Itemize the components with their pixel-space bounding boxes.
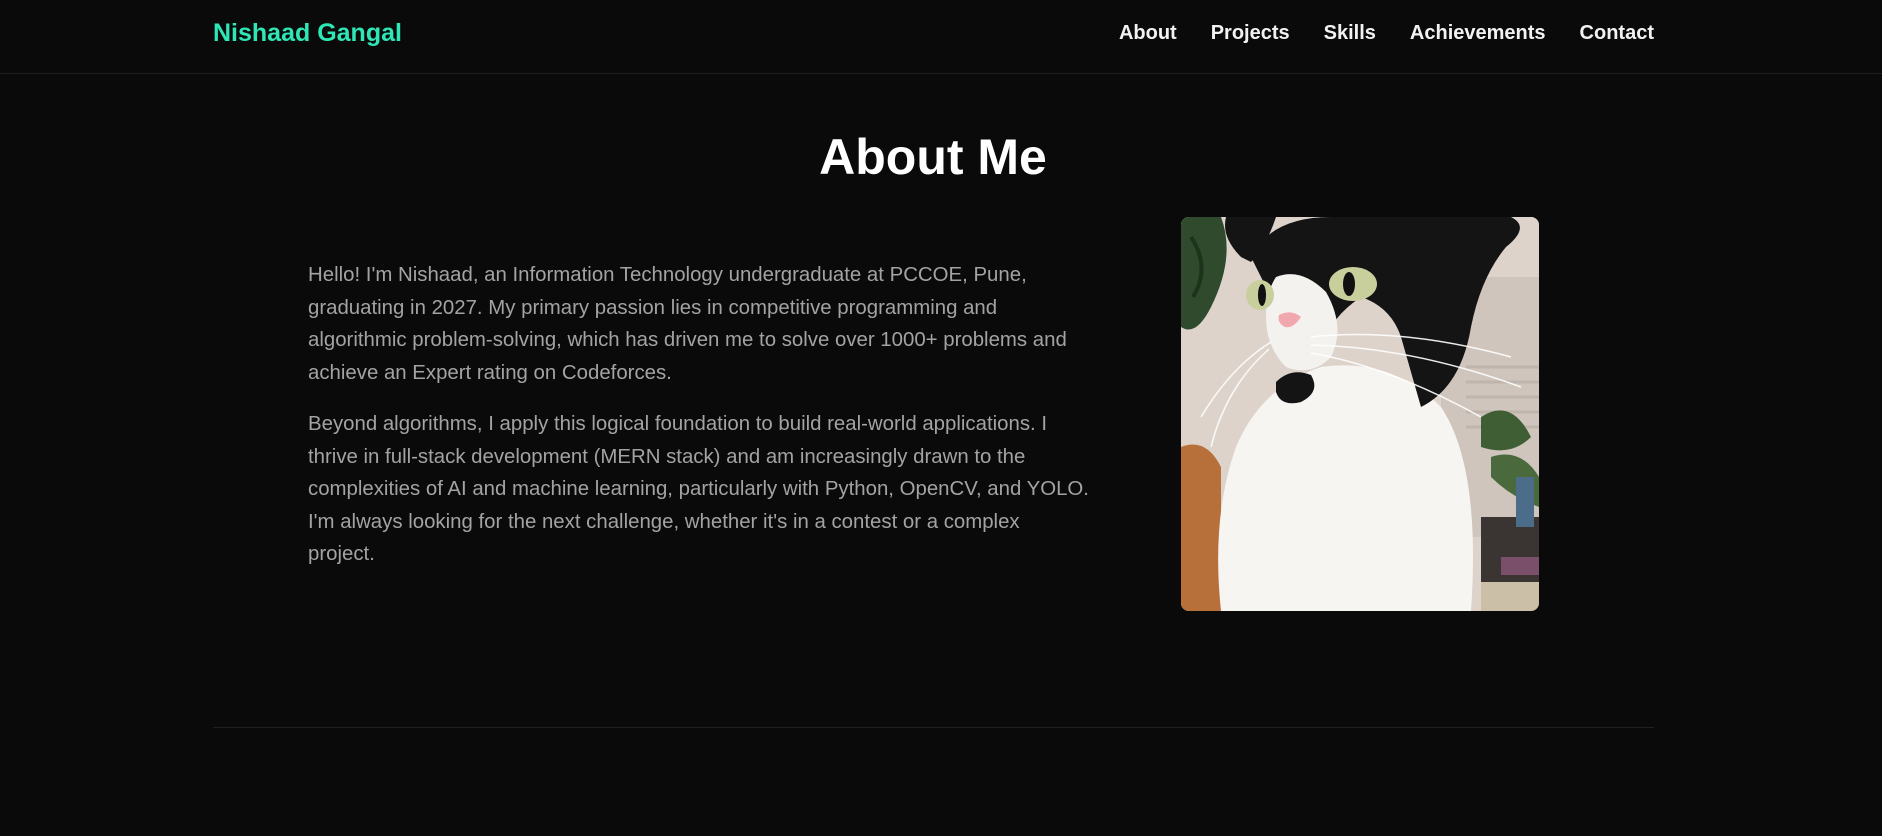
- nav-links: About Projects Skills Achievements Conta…: [1119, 22, 1654, 45]
- about-paragraph-2: Beyond algorithms, I apply this logical …: [308, 413, 1089, 565]
- about-paragraph-1: Hello! I'm Nishaad, an Information Techn…: [308, 264, 1067, 384]
- section-divider: [213, 727, 1654, 728]
- navbar: Nishaad Gangal About Projects Skills Ach…: [0, 0, 1882, 74]
- nav-link-contact[interactable]: Contact: [1580, 22, 1654, 45]
- nav-link-about[interactable]: About: [1119, 22, 1177, 45]
- nav-link-achievements[interactable]: Achievements: [1410, 22, 1546, 45]
- nav-link-projects[interactable]: Projects: [1211, 22, 1290, 45]
- brand-logo-link[interactable]: Nishaad Gangal: [213, 19, 402, 48]
- about-text: Hello! I'm Nishaad, an Information Techn…: [308, 259, 1092, 571]
- section-title: About Me: [819, 129, 1047, 185]
- nav-link-skills[interactable]: Skills: [1324, 22, 1376, 45]
- profile-photo: [1181, 217, 1539, 611]
- cat-photo-illustration: [1181, 217, 1539, 611]
